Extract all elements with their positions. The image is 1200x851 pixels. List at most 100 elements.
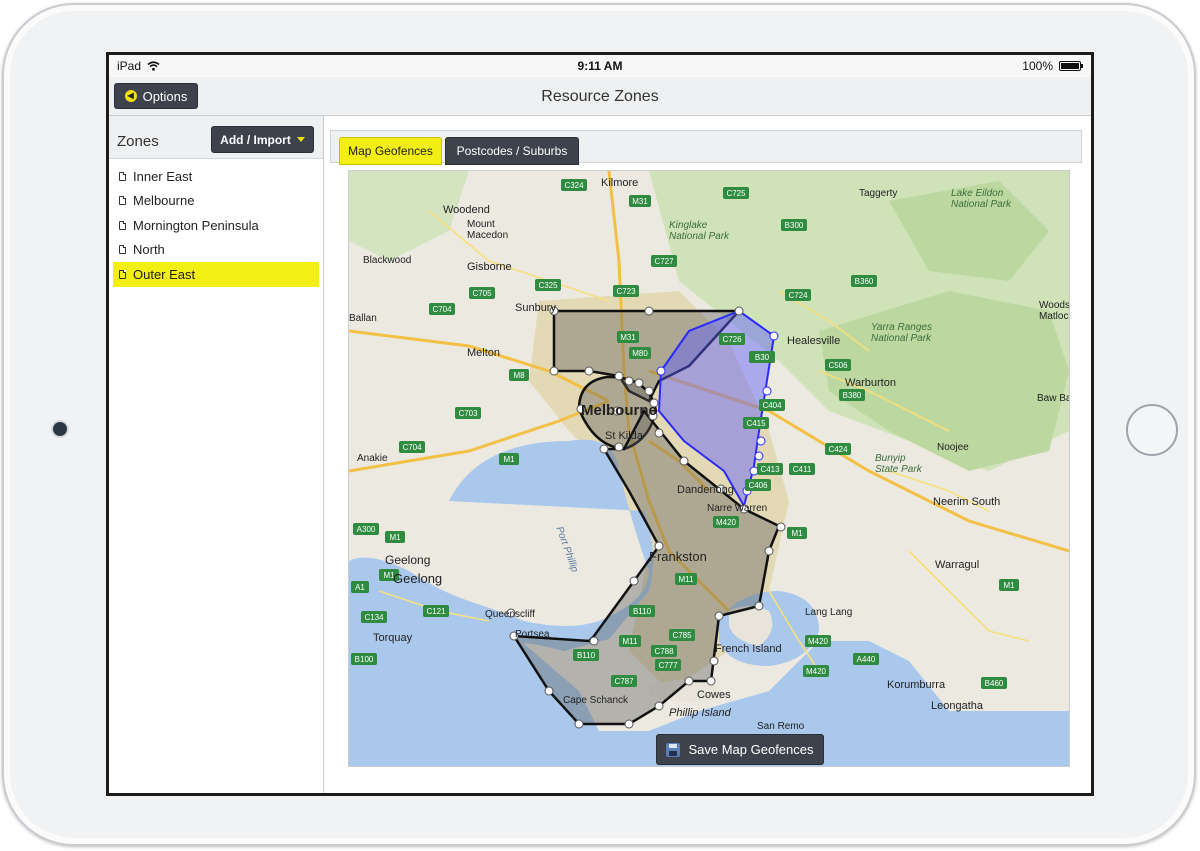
svg-text:M420: M420 [716, 518, 737, 527]
nav-bar: ◀ Options Resource Zones [109, 77, 1091, 116]
status-bar: iPad 9:11 AM 100% [109, 55, 1091, 77]
document-icon [119, 220, 126, 230]
svg-text:M31: M31 [620, 333, 636, 342]
label-leongatha: Leongatha [931, 700, 984, 712]
label-queenscliff: Queenscliff [485, 609, 535, 620]
label-kilmore: Kilmore [601, 177, 638, 189]
save-map-geofences-button[interactable]: Save Map Geofences [656, 734, 824, 765]
label-blackwood: Blackwood [363, 255, 411, 266]
tab-map-geofences[interactable]: Map Geofences [339, 137, 442, 165]
label-cowes: Cowes [697, 689, 731, 701]
home-button[interactable] [1126, 404, 1178, 456]
svg-text:C785: C785 [672, 631, 692, 640]
label-portsea: Portsea [515, 629, 550, 640]
svg-text:M420: M420 [808, 637, 829, 646]
svg-text:M80: M80 [632, 349, 648, 358]
page-title: Resource Zones [541, 88, 659, 105]
camera [53, 422, 67, 436]
svg-text:C406: C406 [748, 481, 768, 490]
svg-text:C705: C705 [472, 289, 492, 298]
battery-icon [1059, 61, 1083, 71]
zone-item-outer-east[interactable]: Outer East [113, 262, 319, 287]
label-woodend: Woodend [443, 204, 490, 216]
svg-text:A440: A440 [857, 655, 876, 664]
document-icon [119, 171, 126, 181]
svg-text:M11: M11 [623, 637, 639, 646]
document-icon [119, 196, 126, 206]
label-korumburra: Korumburra [887, 679, 946, 691]
zone-list: Inner East Melbourne Mornington Peninsul… [113, 164, 319, 287]
document-icon [119, 245, 126, 255]
svg-text:B110: B110 [577, 651, 596, 660]
label-narre-warren: Narre Warren [707, 503, 767, 514]
label-geelong-north: Geelong [385, 553, 430, 567]
svg-text:C704: C704 [432, 305, 452, 314]
svg-text:C726: C726 [722, 335, 742, 344]
svg-text:M1: M1 [503, 455, 515, 464]
geofence-map[interactable]: C324 M31 C725 B300 C727 C325 C723 C705 C… [348, 170, 1070, 767]
svg-text:B30: B30 [755, 353, 770, 362]
svg-text:B100: B100 [355, 655, 374, 664]
svg-text:C724: C724 [788, 291, 808, 300]
svg-text:C413: C413 [760, 465, 780, 474]
label-anakie: Anakie [357, 453, 388, 464]
tab-postcodes-suburbs[interactable]: Postcodes / Suburbs [445, 137, 579, 165]
svg-text:B110: B110 [633, 607, 652, 616]
svg-text:C704: C704 [402, 443, 422, 452]
label-sunbury: Sunbury [515, 302, 556, 314]
zone-item-melbourne[interactable]: Melbourne [113, 189, 319, 214]
svg-text:B460: B460 [985, 679, 1004, 688]
label-neerim-south: Neerim South [933, 496, 1000, 508]
label-torquay: Torquay [373, 632, 413, 644]
label-melbourne: Melbourne [581, 402, 657, 419]
zone-item-inner-east[interactable]: Inner East [113, 164, 319, 189]
label-woods-matlock: Woods Matloc [1039, 300, 1069, 322]
label-warragul: Warragul [935, 559, 979, 571]
battery-status: 100% [1022, 59, 1083, 73]
label-cape-schanck: Cape Schanck [563, 695, 629, 706]
label-frankston: Frankston [649, 549, 707, 564]
svg-text:M420: M420 [806, 667, 827, 676]
zone-item-mornington-peninsula[interactable]: Mornington Peninsula [113, 213, 319, 238]
main-content: Map Geofences Postcodes / Suburbs C324 M… [324, 116, 1091, 793]
svg-text:C787: C787 [614, 677, 634, 686]
label-healesville: Healesville [787, 335, 840, 347]
svg-text:B300: B300 [785, 221, 804, 230]
caret-down-icon [296, 137, 305, 142]
svg-text:C788: C788 [654, 647, 674, 656]
svg-text:A1: A1 [355, 583, 365, 592]
svg-text:C134: C134 [364, 613, 384, 622]
label-geelong: Geelong [393, 571, 442, 586]
svg-text:M1: M1 [1003, 581, 1015, 590]
screen: iPad 9:11 AM 100% ◀ Options Resource Zon… [106, 52, 1094, 796]
svg-text:C324: C324 [564, 181, 584, 190]
label-melton: Melton [467, 347, 500, 359]
app: iPad 9:11 AM 100% ◀ Options Resource Zon… [109, 55, 1091, 793]
label-warburton: Warburton [845, 377, 896, 389]
svg-text:A300: A300 [357, 525, 376, 534]
label-st-kilda: St Kilda [605, 430, 644, 442]
document-icon [119, 269, 126, 279]
label-baw-baw: Baw Baw [1037, 393, 1069, 404]
sidebar-header: Zones Add / Import [109, 116, 323, 159]
map-canvas[interactable]: C324 M31 C725 B300 C727 C325 C723 C705 C… [349, 171, 1069, 766]
svg-text:M1: M1 [389, 533, 401, 542]
label-french-island: French Island [715, 643, 782, 655]
label-ballan: Ballan [349, 313, 377, 324]
svg-text:C725: C725 [726, 189, 746, 198]
svg-text:C121: C121 [426, 607, 446, 616]
zone-item-north[interactable]: North [113, 238, 319, 263]
svg-text:M11: M11 [679, 575, 695, 584]
label-yarra-ranges-np: Yarra Ranges National Park [871, 322, 932, 344]
svg-text:C325: C325 [538, 281, 558, 290]
tab-bar: Map Geofences Postcodes / Suburbs [330, 130, 1082, 165]
svg-text:M1: M1 [791, 529, 803, 538]
label-san-remo: San Remo [757, 721, 805, 732]
zones-sidebar: Zones Add / Import Inner East Melbourne … [109, 116, 324, 793]
svg-text:C723: C723 [616, 287, 636, 296]
svg-text:M8: M8 [513, 371, 525, 380]
add-import-button[interactable]: Add / Import [211, 126, 314, 153]
label-phillip-island: Phillip Island [669, 707, 732, 719]
svg-text:C404: C404 [762, 401, 782, 410]
svg-text:C506: C506 [828, 361, 848, 370]
